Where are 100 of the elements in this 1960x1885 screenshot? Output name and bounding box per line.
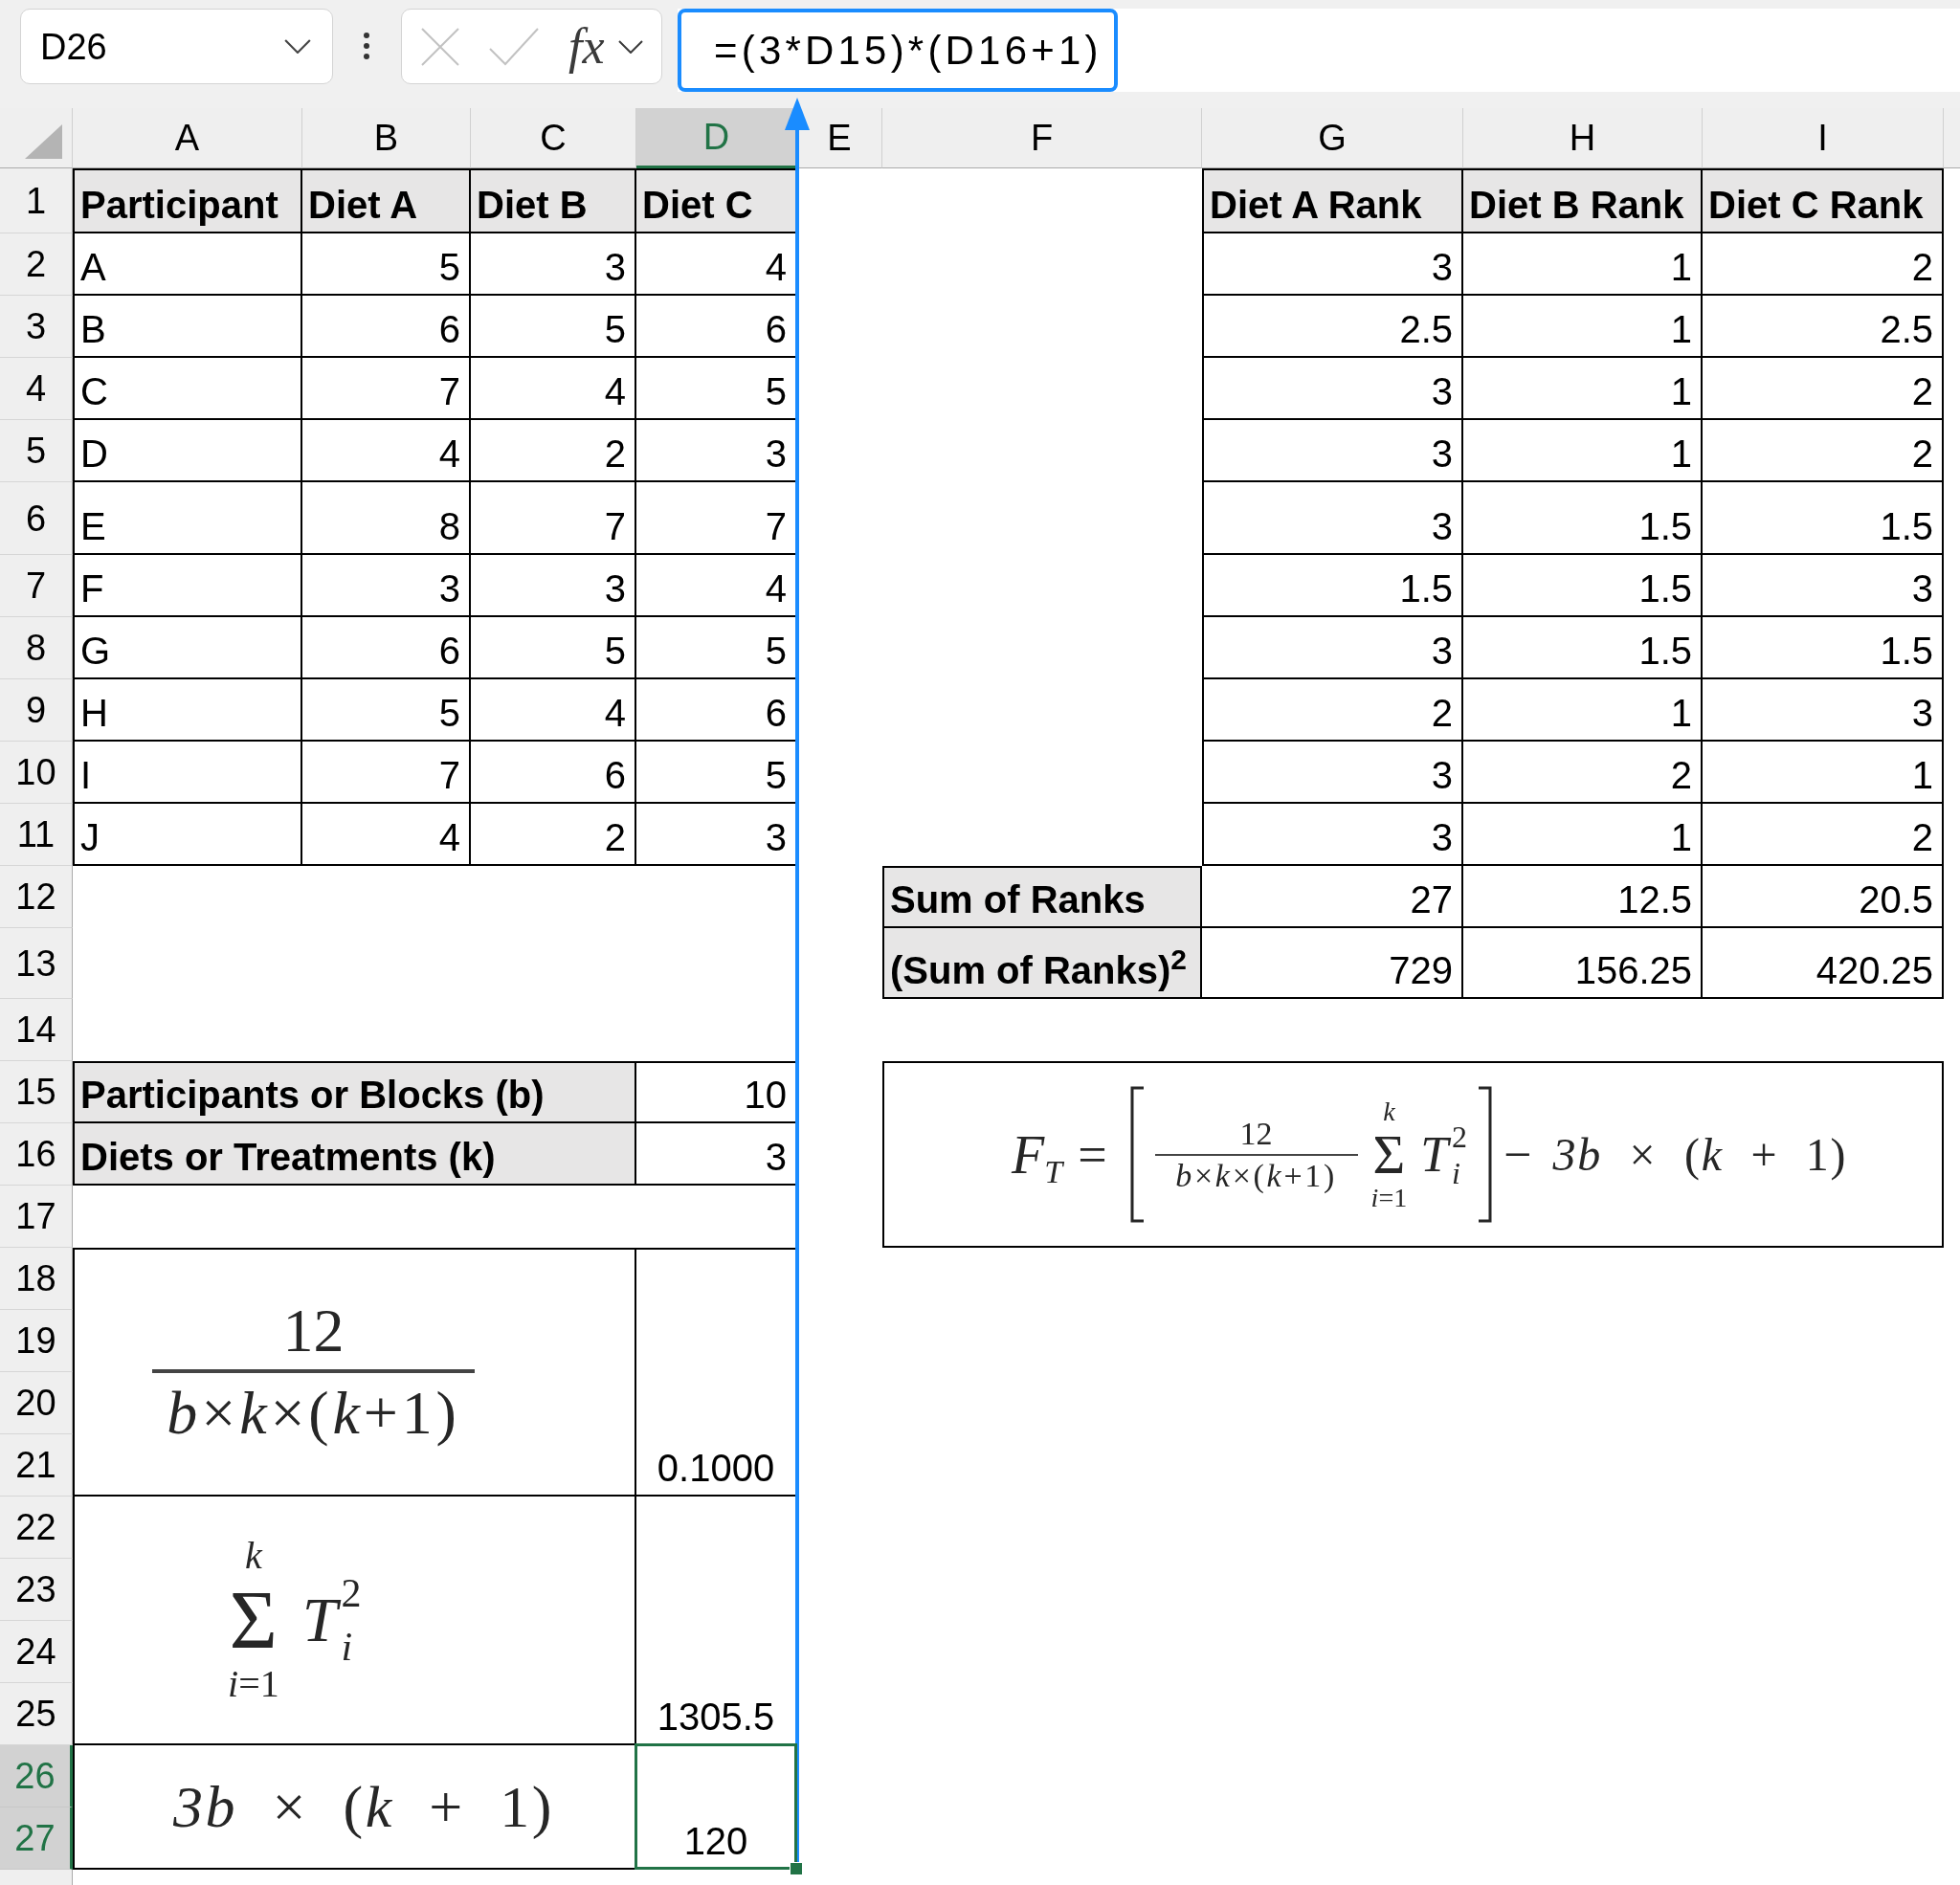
column-header[interactable]: D bbox=[636, 108, 797, 168]
row-header[interactable]: 20 bbox=[0, 1372, 73, 1434]
fill-handle-icon[interactable] bbox=[790, 1862, 803, 1875]
row-header[interactable]: 22 bbox=[0, 1497, 73, 1559]
numerator: 12 bbox=[1239, 1117, 1273, 1150]
table-cell: 1 bbox=[1463, 358, 1703, 420]
table-cell: 6 bbox=[302, 296, 471, 358]
row-header[interactable]: 16 bbox=[0, 1123, 73, 1186]
row-header[interactable]: 2 bbox=[0, 233, 73, 296]
table-cell: 3 bbox=[1202, 233, 1463, 296]
row-header[interactable]: 1 bbox=[0, 168, 73, 233]
table-cell: 27 bbox=[1202, 866, 1463, 928]
row-header[interactable]: 5 bbox=[0, 420, 73, 482]
table-header-cell: Diet B bbox=[471, 168, 636, 233]
table-header-cell: (Sum of Ranks)$^{2}$ bbox=[882, 928, 1202, 999]
row-header[interactable]: 27 bbox=[0, 1807, 73, 1870]
table-cell: 12.5 bbox=[1463, 866, 1703, 928]
row-header[interactable]: 23 bbox=[0, 1559, 73, 1621]
table-cell: E bbox=[73, 482, 302, 555]
row-header[interactable]: 3 bbox=[0, 296, 73, 358]
table-cell: 7 bbox=[471, 482, 636, 555]
table-cell: 2.5 bbox=[1202, 296, 1463, 358]
column-header[interactable]: E bbox=[797, 108, 882, 168]
column-header[interactable]: C bbox=[471, 108, 636, 168]
table-cell: D bbox=[73, 420, 302, 482]
table-cell: 2 bbox=[1463, 742, 1703, 804]
table-cell: 2 bbox=[1703, 420, 1944, 482]
row-header[interactable]: 11 bbox=[0, 804, 73, 866]
column-header[interactable]: I bbox=[1703, 108, 1944, 168]
more-icon[interactable] bbox=[364, 33, 369, 59]
table-cell: 1 bbox=[1463, 420, 1703, 482]
name-box[interactable]: D26 bbox=[20, 9, 333, 84]
table-cell: 1.5 bbox=[1463, 555, 1703, 617]
table-header-cell: Participants or Blocks (b) bbox=[73, 1061, 636, 1123]
equals-sign: = bbox=[1078, 1128, 1107, 1181]
table-header-cell: Diets or Treatments (k) bbox=[73, 1123, 636, 1186]
table-cell: 3 bbox=[1202, 358, 1463, 420]
row-header[interactable]: 19 bbox=[0, 1310, 73, 1372]
equation-symbol: F bbox=[1012, 1127, 1045, 1182]
denominator: b×k×(k+1) bbox=[1175, 1159, 1338, 1192]
row-header[interactable]: 26 bbox=[0, 1745, 73, 1807]
table-cell: B bbox=[73, 296, 302, 358]
table-cell: 3 bbox=[1202, 617, 1463, 679]
subscript: T bbox=[1044, 1155, 1063, 1188]
table-cell: 1.5 bbox=[1463, 617, 1703, 679]
lower-limit: i=1 bbox=[1370, 1184, 1408, 1211]
table-cell: 1.5 bbox=[1703, 482, 1944, 555]
row-header[interactable]: 18 bbox=[0, 1248, 73, 1310]
table-cell: 4 bbox=[302, 804, 471, 866]
table-header-cell: Diet B Rank bbox=[1463, 168, 1703, 233]
table-cell: 3 bbox=[1703, 679, 1944, 742]
chevron-down-icon bbox=[617, 39, 643, 54]
row-header[interactable]: 10 bbox=[0, 742, 73, 804]
insert-function-button[interactable]: fx bbox=[568, 19, 643, 74]
column-header[interactable]: G bbox=[1202, 108, 1463, 168]
subscript: i bbox=[341, 1627, 354, 1667]
formula-input[interactable]: =(3*D15)*(D16+1) bbox=[678, 9, 1960, 92]
sigma-symbol: Σ bbox=[1372, 1126, 1406, 1183]
formula-text: =(3*D15)*(D16+1) bbox=[678, 9, 1118, 92]
row-header[interactable]: 6 bbox=[0, 482, 73, 555]
column-header[interactable]: B bbox=[302, 108, 471, 168]
table-cell: 2 bbox=[1202, 679, 1463, 742]
table-cell: 3 bbox=[302, 555, 471, 617]
row-header[interactable]: 8 bbox=[0, 617, 73, 679]
sigma-symbol: Σ bbox=[229, 1579, 278, 1661]
table-cell: 5 bbox=[471, 296, 636, 358]
row-header[interactable]: 21 bbox=[0, 1434, 73, 1497]
table-cell: A bbox=[73, 233, 302, 296]
row-header[interactable]: 7 bbox=[0, 555, 73, 617]
table-cell: G bbox=[73, 617, 302, 679]
table-cell: 4 bbox=[302, 420, 471, 482]
table-cell: 4 bbox=[471, 679, 636, 742]
table-cell: 2 bbox=[1703, 233, 1944, 296]
row-header[interactable]: 4 bbox=[0, 358, 73, 420]
column-header[interactable]: H bbox=[1463, 108, 1703, 168]
superscript: 2 bbox=[1452, 1120, 1468, 1152]
table-cell: I bbox=[73, 742, 302, 804]
row-header[interactable]: 17 bbox=[0, 1186, 73, 1248]
table-cell: 3 bbox=[1202, 804, 1463, 866]
row-header[interactable]: 25 bbox=[0, 1683, 73, 1745]
table-cell: 20.5 bbox=[1703, 866, 1944, 928]
table-header-cell: Sum of Ranks bbox=[882, 866, 1202, 928]
table-cell: 3 bbox=[1202, 420, 1463, 482]
table-header-cell: Diet A bbox=[302, 168, 471, 233]
upper-limit: k bbox=[244, 1537, 262, 1575]
row-header[interactable]: 15 bbox=[0, 1061, 73, 1123]
column-header[interactable]: F bbox=[882, 108, 1202, 168]
row-header[interactable]: 14 bbox=[0, 999, 73, 1061]
table-cell: H bbox=[73, 679, 302, 742]
row-header[interactable]: 13 bbox=[0, 928, 73, 999]
numerator: 12 bbox=[282, 1300, 345, 1362]
column-header[interactable]: A bbox=[73, 108, 302, 168]
row-header[interactable]: 24 bbox=[0, 1621, 73, 1683]
row-header[interactable]: 9 bbox=[0, 679, 73, 742]
close-icon bbox=[421, 27, 459, 66]
subscript: i bbox=[1452, 1157, 1461, 1188]
table-header-cell: Diet C Rank bbox=[1703, 168, 1944, 233]
row-header[interactable]: 12 bbox=[0, 866, 73, 928]
table-cell: 6 bbox=[471, 742, 636, 804]
triangle-icon[interactable] bbox=[25, 124, 62, 159]
